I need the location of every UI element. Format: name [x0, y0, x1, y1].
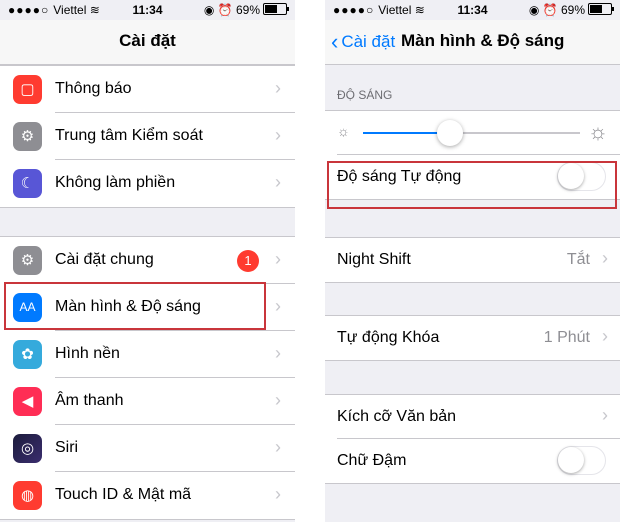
gear-icon: ⚙ — [13, 246, 42, 275]
auto-lock-row[interactable]: Tự động Khóa 1 Phút › — [325, 316, 620, 360]
highlight-display-brightness — [4, 282, 266, 330]
settings-item-label: Thông báo — [55, 80, 132, 97]
chevron-right-icon: › — [275, 484, 281, 504]
status-bar: ●●●●○ Viettel ≋ 11:34 ◉ ⏰ 69% — [0, 0, 295, 20]
wallpaper-icon: ✿ — [13, 340, 42, 369]
chevron-right-icon: › — [275, 249, 281, 269]
lock-rotation-icon: ◉ — [528, 3, 540, 17]
settings-item-do-not-disturb[interactable]: ☾ Không làm phiền › — [0, 160, 295, 207]
chevron-right-icon: › — [275, 296, 281, 316]
chevron-right-icon: › — [275, 437, 281, 457]
auto-lock-label: Tự động Khóa — [337, 329, 440, 346]
night-shift-value: Tắt — [566, 251, 590, 268]
brightness-high-icon: ☼ — [587, 119, 608, 144]
auto-lock-group: Tự động Khóa 1 Phút › — [325, 315, 620, 361]
chevron-right-icon: › — [602, 248, 608, 268]
settings-item-touch-id[interactable]: ◍ Touch ID & Mật mã › — [0, 472, 295, 519]
bold-text-row: Chữ Đậm — [325, 439, 620, 483]
back-label: Cài đặt — [341, 32, 396, 51]
auto-lock-value: 1 Phút — [543, 329, 590, 346]
toggle-knob — [558, 447, 584, 473]
alarm-icon: ⏰ — [542, 3, 558, 17]
night-shift-group: Night Shift Tắt › — [325, 237, 620, 283]
settings-item-general[interactable]: ⚙ Cài đặt chung 1 › — [0, 237, 295, 284]
status-right: ◉ ⏰ 69% — [528, 3, 614, 17]
settings-item-control-center[interactable]: ⚙ Trung tâm Kiểm soát › — [0, 113, 295, 160]
highlight-auto-brightness — [327, 161, 617, 209]
brightness-slider[interactable] — [363, 132, 580, 134]
brightness-low-icon: ☼ — [337, 123, 350, 139]
brightness-slider-thumb[interactable] — [436, 120, 463, 146]
chevron-right-icon: › — [602, 326, 608, 346]
page-title: Cài đặt — [119, 31, 176, 50]
bold-text-label: Chữ Đậm — [337, 452, 407, 469]
battery-percent: 69% — [560, 3, 585, 17]
status-bar: ●●●●○ Viettel ≋ 11:34 ◉ ⏰ 69% — [325, 0, 620, 20]
settings-item-label: Âm thanh — [55, 392, 124, 409]
chevron-left-icon: ‹ — [331, 29, 339, 54]
text-size-row[interactable]: Kích cỡ Văn bản › — [325, 395, 620, 439]
siri-icon: ◎ — [13, 434, 42, 463]
sound-icon: ◀ — [13, 387, 42, 416]
fingerprint-icon: ◍ — [13, 481, 42, 510]
settings-item-label: Trung tâm Kiểm soát — [55, 127, 203, 144]
settings-item-label: Cài đặt chung — [55, 251, 154, 268]
settings-item-notifications[interactable]: ▢ Thông báo › — [0, 66, 295, 113]
settings-item-label: Hình nền — [55, 345, 120, 362]
night-shift-row[interactable]: Night Shift Tắt › — [325, 238, 620, 282]
chevron-right-icon: › — [275, 343, 281, 363]
chevron-right-icon: › — [275, 125, 281, 145]
page-title: Màn hình & Độ sáng — [401, 31, 565, 50]
settings-item-label: Không làm phiền — [55, 174, 176, 191]
battery-icon — [263, 3, 289, 15]
notification-badge: 1 — [237, 250, 259, 272]
settings-item-siri[interactable]: ◎ Siri › — [0, 425, 295, 472]
brightness-slider-row: ☼ ☼ — [325, 111, 620, 155]
settings-group-2: ⚙ Cài đặt chung 1 › AA Màn hình & Độ sán… — [0, 236, 295, 520]
settings-item-sounds[interactable]: ◀ Âm thanh › — [0, 378, 295, 425]
settings-item-label: Touch ID & Mật mã — [55, 486, 192, 503]
chevron-right-icon: › — [275, 78, 281, 98]
navigation-bar: ‹ Cài đặt Màn hình & Độ sáng — [325, 20, 620, 65]
back-button[interactable]: ‹ Cài đặt — [331, 29, 395, 55]
alarm-icon: ⏰ — [217, 3, 233, 17]
bold-text-toggle[interactable] — [557, 446, 606, 475]
lock-rotation-icon: ◉ — [203, 3, 215, 17]
battery-percent: 69% — [235, 3, 260, 17]
settings-item-wallpaper[interactable]: ✿ Hình nền › — [0, 331, 295, 378]
status-right: ◉ ⏰ 69% — [203, 3, 289, 17]
notifications-icon: ▢ — [13, 75, 42, 104]
text-group: Kích cỡ Văn bản › Chữ Đậm — [325, 394, 620, 484]
night-shift-label: Night Shift — [337, 251, 411, 268]
settings-group-1: ▢ Thông báo › ⚙ Trung tâm Kiểm soát › ☾ … — [0, 65, 295, 208]
chevron-right-icon: › — [275, 390, 281, 410]
battery-icon — [588, 3, 614, 15]
text-size-label: Kích cỡ Văn bản — [337, 408, 457, 425]
chevron-right-icon: › — [602, 405, 608, 425]
display-brightness-panel: ●●●●○ Viettel ≋ 11:34 ◉ ⏰ 69% ‹ Cài đặt Mà… — [325, 0, 620, 522]
chevron-right-icon: › — [275, 172, 281, 192]
control-center-icon: ⚙ — [13, 122, 42, 151]
section-header-brightness: ĐỘ SÁNG — [337, 88, 393, 102]
settings-item-label: Siri — [55, 439, 79, 456]
moon-icon: ☾ — [13, 169, 42, 198]
navigation-bar: Cài đặt — [0, 20, 295, 65]
settings-panel: ●●●●○ Viettel ≋ 11:34 ◉ ⏰ 69% Cài đặt ▢ T… — [0, 0, 295, 522]
